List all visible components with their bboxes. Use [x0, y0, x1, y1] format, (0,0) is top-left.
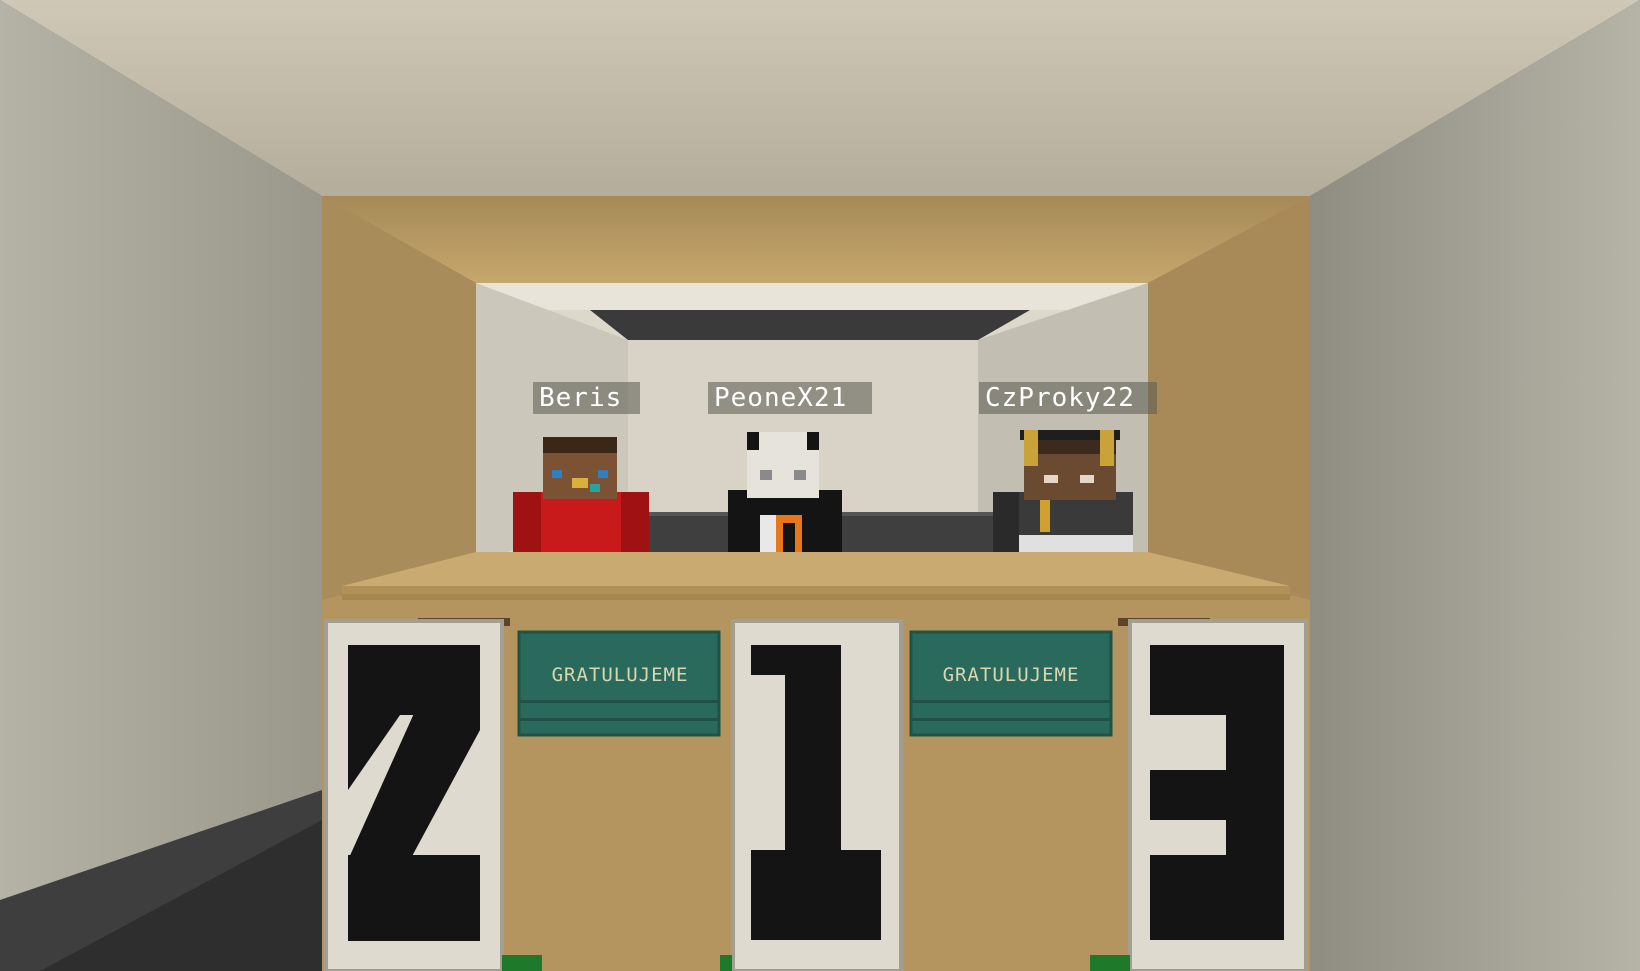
nametag-czproky22: CzProky22	[979, 382, 1157, 414]
nametag-beris: Beris	[533, 382, 640, 414]
nametag-peonex21: PeoneX21	[708, 382, 872, 414]
scene-render	[0, 0, 1640, 971]
banner-place-3	[1118, 618, 1308, 971]
game-viewport[interactable]: Beris PeoneX21 CzProky22 GRATULUJEME GRA…	[0, 0, 1640, 971]
banner-place-1	[731, 619, 903, 971]
sign-left-text: GRATULUJEME	[551, 664, 689, 686]
counter-top	[342, 552, 1290, 586]
banner-place-2	[324, 618, 510, 971]
sign-right-text: GRATULUJEME	[942, 664, 1080, 686]
dark-stone-ceiling	[590, 310, 1030, 340]
